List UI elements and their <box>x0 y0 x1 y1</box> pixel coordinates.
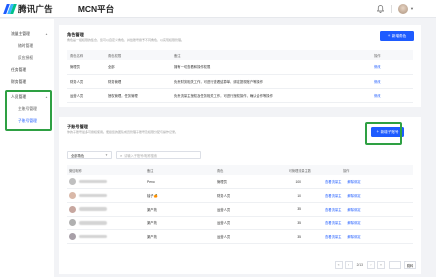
column-header: 角色名称 <box>67 50 105 60</box>
column-header: 备注 <box>145 165 215 175</box>
sidebar-item-finance[interactable]: 财务管理 <box>0 76 54 88</box>
avatar <box>69 178 76 186</box>
column-header: 角色权限 <box>105 50 171 60</box>
view-traffic-owner-link[interactable]: 查看流量主 <box>325 180 341 184</box>
search-input[interactable]: ⌕ 请输入子账号/昵称搜索 <box>116 151 201 159</box>
table-row: 财务人员 财务管理 负责财务相关工作，可进行查看结算单、绑定提现账户等操作 修改 <box>67 74 413 89</box>
view-traffic-owner-link[interactable]: 查看流量主 <box>325 221 341 225</box>
column-header: 角色 <box>215 165 265 175</box>
brand-logo[interactable]: 腾讯广告 <box>3 3 53 15</box>
user-avatar[interactable] <box>398 3 409 14</box>
avatar <box>69 233 76 241</box>
highlight-box-sidebar <box>5 90 52 131</box>
roles-table: 角色名称 角色权限 备注 操作 管理员 全部 拥有一切查看和操作权限 修改 财务… <box>67 50 413 103</box>
platform-title: MCN平台 <box>77 3 115 14</box>
table-row: Peno 管理员 100 查看流量主 解除绑定 <box>67 175 413 190</box>
chevron-up-icon: ▲ <box>45 32 48 36</box>
unbind-link[interactable]: 解除绑定 <box>347 208 360 212</box>
avatar <box>69 205 76 213</box>
edit-role-link[interactable]: 修改 <box>374 65 381 69</box>
divider <box>391 4 393 13</box>
column-header: 备注 <box>171 50 371 60</box>
sidebar-item-anytime[interactable]: 随时管理 <box>0 40 54 52</box>
edit-role-link[interactable]: 修改 <box>374 94 381 98</box>
roles-description: 角色是一组权限的集合，您可以自定义角色，并给账号授予不同角色，以实现权限管理。 <box>67 38 185 42</box>
view-traffic-owner-link[interactable]: 查看流量主 <box>325 208 341 212</box>
edit-role-link[interactable]: 修改 <box>374 80 381 84</box>
roles-panel: 角色管理 角色是一组权限的集合，您可以自定义角色，并给账号授予不同角色，以实现权… <box>59 25 421 107</box>
sub-accounts-description: 你的子账号最多可授权使用。便捷您的团队成员管理子账号及权限分配与操作记录。 <box>67 130 179 134</box>
column-header: 操作 <box>371 50 413 60</box>
nickname-redacted <box>79 207 107 211</box>
page-indicator: 2/13 <box>356 263 363 267</box>
column-header: 可管理流量主数 <box>265 165 323 175</box>
jump-button[interactable]: 跳转 <box>404 261 416 269</box>
plus-icon: + <box>387 32 391 38</box>
column-header: 操作 <box>323 165 413 175</box>
first-page-icon[interactable]: « <box>334 261 343 269</box>
add-role-button[interactable]: + 新增角色 <box>380 31 414 41</box>
table-row: 管理员 全部 拥有一切查看和操作权限 修改 <box>67 60 413 75</box>
page-jump-input[interactable] <box>389 261 401 269</box>
table-row: 渠产苑 运营人员 35 查看流量主 解除绑定 <box>67 202 413 217</box>
sidebar-item-traffic-owner[interactable]: 流量主管理 ▲ <box>0 28 54 40</box>
unbind-link[interactable]: 解除绑定 <box>347 194 360 198</box>
prev-page-icon[interactable]: ‹ <box>344 261 353 269</box>
sidebar-item-authorization[interactable]: 反应授权 <box>0 52 54 64</box>
next-page-icon[interactable]: › <box>367 261 375 269</box>
view-traffic-owner-link[interactable]: 查看流量主 <box>325 194 341 198</box>
notification-bell-icon[interactable] <box>376 4 385 14</box>
unbind-link[interactable]: 解除绑定 <box>347 235 360 239</box>
role-filter-select[interactable]: 全部角色 ▼ <box>67 151 112 159</box>
nickname-redacted <box>79 221 107 225</box>
pagination: « ‹ 2/13 › » 跳转 <box>333 261 416 269</box>
brand-name: 腾讯广告 <box>18 3 53 14</box>
top-bar: 腾讯广告 MCN平台 ▼ <box>0 0 436 18</box>
chevron-down-icon: ▼ <box>105 153 108 157</box>
last-page-icon[interactable]: » <box>377 261 385 269</box>
avatar <box>69 192 76 200</box>
sidebar-item-tasks[interactable]: 任务管理 <box>0 64 54 76</box>
sidebar: 流量主管理 ▲ 随时管理 反应授权 任务管理 财务管理 人员管理 ▲ 主账号管理 子… <box>0 19 54 277</box>
nickname-redacted <box>79 234 107 239</box>
table-row: 柚子🍊 财务人员 10 查看流量主 解除绑定 <box>67 188 413 203</box>
avatar <box>69 219 76 227</box>
highlight-box-add-sub-account <box>365 122 402 145</box>
nickname-redacted <box>79 193 107 198</box>
unbind-link[interactable]: 解除绑定 <box>347 180 360 184</box>
view-traffic-owner-link[interactable]: 查看流量主 <box>325 235 341 239</box>
table-row: 渠产苑 运营人员 35 查看流量主 解除绑定 <box>67 216 413 231</box>
sub-accounts-table: 微信昵称 备注 角色 可管理流量主数 操作 Peno 管理员 100 查看流量主… <box>67 165 413 244</box>
table-row: 运营人员 授权管理，任务管理 负责流量主授权及任务相关工作，可进行授权操作，确认… <box>67 88 413 103</box>
table-row: 渠产苑 运营人员 35 查看流量主 解除绑定 <box>67 229 413 244</box>
column-header: 微信昵称 <box>67 165 145 175</box>
tencent-ads-logo-icon <box>3 3 17 14</box>
chevron-down-icon[interactable]: ▼ <box>410 6 414 11</box>
search-icon: ⌕ <box>120 152 123 158</box>
nickname-redacted <box>79 179 107 184</box>
unbind-link[interactable]: 解除绑定 <box>347 221 360 225</box>
